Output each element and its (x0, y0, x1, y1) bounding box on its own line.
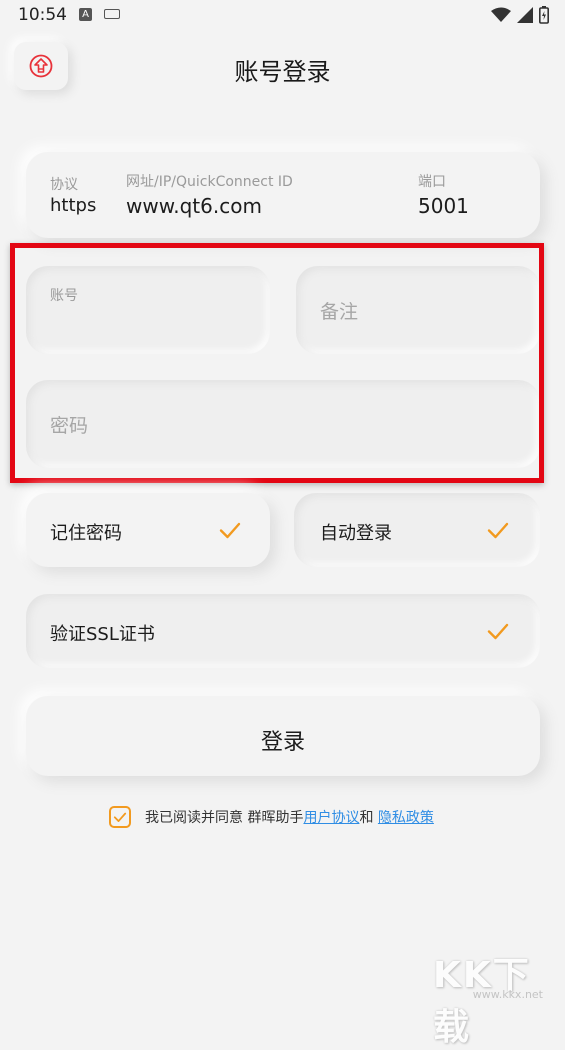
notification-a-icon: A (79, 8, 92, 21)
check-icon (113, 812, 127, 822)
watermark: KK下载 www.kkx.net (433, 946, 551, 1048)
status-icons (491, 6, 549, 24)
login-button-label: 登录 (260, 730, 305, 755)
watermark-url: www.kkx.net (472, 988, 543, 1001)
protocol-value[interactable]: https (50, 195, 96, 216)
server-card[interactable]: 协议 https 网址/IP/QuickConnect ID www.qt6.c… (26, 152, 540, 238)
port-label: 端口 (418, 174, 446, 190)
agreement-row: 我已阅读并同意 群晖助手 用户协议 和 隐私政策 (109, 804, 434, 830)
status-bar: 10:54 A (0, 0, 565, 32)
verify-ssl-label: 验证SSL证书 (50, 624, 155, 645)
wifi-icon (491, 7, 511, 22)
check-icon (487, 522, 509, 539)
highlight-annotation (10, 243, 544, 483)
page-title: 账号登录 (234, 58, 331, 86)
port-input[interactable]: 5001 (418, 194, 469, 218)
user-agreement-link[interactable]: 用户协议 (303, 807, 359, 827)
agreement-and: 和 (359, 810, 374, 826)
agreement-checkbox[interactable] (109, 806, 131, 828)
address-label: 网址/IP/QuickConnect ID (126, 174, 293, 190)
keyboard-icon (104, 9, 120, 19)
verify-ssl-toggle[interactable]: 验证SSL证书 (26, 594, 540, 668)
protocol-label: 协议 (50, 177, 78, 193)
check-icon (219, 522, 241, 539)
signal-icon (517, 7, 533, 23)
remember-password-toggle[interactable]: 记住密码 (26, 493, 270, 567)
privacy-policy-link[interactable]: 隐私政策 (378, 807, 434, 827)
header: 账号登录 (0, 38, 565, 98)
login-button[interactable]: 登录 (26, 696, 540, 776)
check-icon (487, 623, 509, 640)
address-input[interactable]: www.qt6.com (126, 194, 262, 218)
auto-login-label: 自动登录 (320, 523, 392, 544)
auto-login-toggle[interactable]: 自动登录 (294, 493, 540, 567)
battery-icon (539, 6, 549, 24)
status-time: 10:54 (18, 5, 67, 25)
remember-password-label: 记住密码 (50, 523, 122, 544)
agreement-text: 我已阅读并同意 群晖助手 (145, 810, 304, 826)
